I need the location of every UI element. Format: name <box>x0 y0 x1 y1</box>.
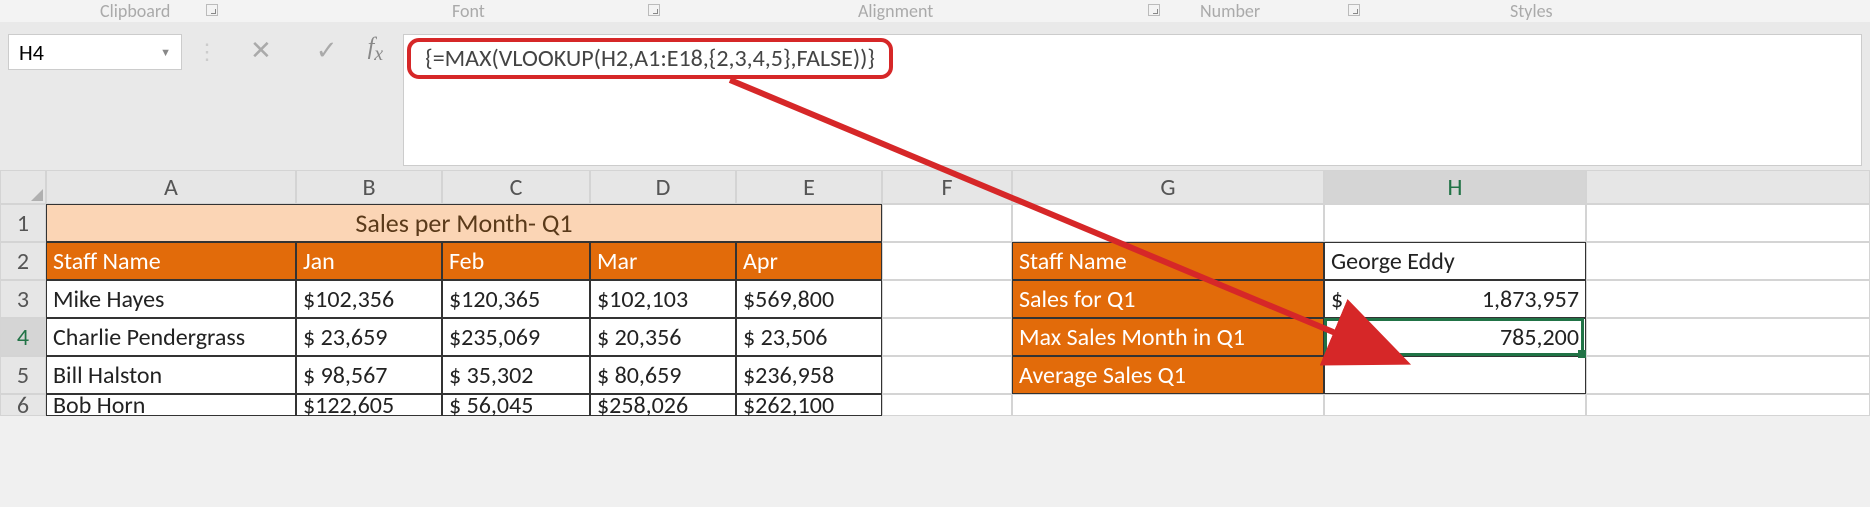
dialog-launcher-icon[interactable] <box>648 4 660 16</box>
cell-G4[interactable]: Max Sales Month in Q1 <box>1012 318 1324 356</box>
cell-rest[interactable] <box>1586 394 1870 416</box>
cell-rest[interactable] <box>1586 280 1870 318</box>
cell-D3[interactable]: $102,103 <box>590 280 736 318</box>
cell-D6[interactable]: $258,026 <box>590 394 736 416</box>
row-1: 1 Sales per Month- Q1 <box>0 204 1870 242</box>
select-all-corner[interactable] <box>0 170 46 204</box>
cell-D5[interactable]: $ 80,659 <box>590 356 736 394</box>
cell-D4[interactable]: $ 20,356 <box>590 318 736 356</box>
col-header-F[interactable]: F <box>882 170 1012 204</box>
cell-B2[interactable]: Jan <box>296 242 442 280</box>
cell-C6[interactable]: $ 56,045 <box>442 394 590 416</box>
dialog-launcher-icon[interactable] <box>206 4 218 16</box>
cell-H6[interactable] <box>1324 394 1586 416</box>
currency-symbol: $ <box>1331 323 1343 352</box>
cell-A3[interactable]: Mike Hayes <box>46 280 296 318</box>
cell-F2[interactable] <box>882 242 1012 280</box>
column-headers: A B C D E F G H <box>0 170 1870 204</box>
cell-G2[interactable]: Staff Name <box>1012 242 1324 280</box>
cell-A2[interactable]: Staff Name <box>46 242 296 280</box>
chevron-down-icon[interactable]: ▼ <box>160 46 171 59</box>
ribbon-group-font: Font <box>452 0 485 22</box>
col-header-rest[interactable] <box>1586 170 1870 204</box>
row-header-3[interactable]: 3 <box>0 280 46 318</box>
cell-G6[interactable] <box>1012 394 1324 416</box>
name-box-value: H4 <box>19 39 44 66</box>
cell-A6[interactable]: Bob Horn <box>46 394 296 416</box>
formula-text-highlight: {=MAX(VLOOKUP(H2,A1:E18,{2,3,4,5},FALSE)… <box>407 38 893 79</box>
cell-F1[interactable] <box>882 204 1012 242</box>
cell-G3[interactable]: Sales for Q1 <box>1012 280 1324 318</box>
cell-B4[interactable]: $ 23,659 <box>296 318 442 356</box>
cell-E4[interactable]: $ 23,506 <box>736 318 882 356</box>
cell-H2[interactable]: George Eddy <box>1324 242 1586 280</box>
cell-title[interactable]: Sales per Month- Q1 <box>46 204 882 242</box>
cell-E2[interactable]: Apr <box>736 242 882 280</box>
dialog-launcher-icon[interactable] <box>1348 4 1360 16</box>
cell-C5[interactable]: $ 35,302 <box>442 356 590 394</box>
cell-C4[interactable]: $235,069 <box>442 318 590 356</box>
cell-D2[interactable]: Mar <box>590 242 736 280</box>
cell-H4[interactable]: $785,200 <box>1324 318 1586 356</box>
ribbon-group-number: Number <box>1200 0 1260 22</box>
row-6: 6 Bob Horn $122,605 $ 56,045 $258,026 $2… <box>0 394 1870 416</box>
currency-symbol: $ <box>1331 285 1343 314</box>
col-header-C[interactable]: C <box>442 170 590 204</box>
cell-B5[interactable]: $ 98,567 <box>296 356 442 394</box>
row-4: 4 Charlie Pendergrass $ 23,659 $235,069 … <box>0 318 1870 356</box>
row-5: 5 Bill Halston $ 98,567 $ 35,302 $ 80,65… <box>0 356 1870 394</box>
cell-F5[interactable] <box>882 356 1012 394</box>
separator-icon: ⋮ <box>190 34 224 65</box>
cell-B6[interactable]: $122,605 <box>296 394 442 416</box>
row-2: 2 Staff Name Jan Feb Mar Apr Staff Name … <box>0 242 1870 280</box>
cell-E3[interactable]: $569,800 <box>736 280 882 318</box>
cell-B3[interactable]: $102,356 <box>296 280 442 318</box>
cell-C3[interactable]: $120,365 <box>442 280 590 318</box>
row-header-1[interactable]: 1 <box>0 204 46 242</box>
cell-F6[interactable] <box>882 394 1012 416</box>
name-box[interactable]: H4 ▼ <box>8 34 182 70</box>
cell-G1[interactable] <box>1012 204 1324 242</box>
row-header-6[interactable]: 6 <box>0 394 46 416</box>
spreadsheet-grid[interactable]: A B C D E F G H 1 Sales per Month- Q1 2 … <box>0 170 1870 416</box>
col-header-G[interactable]: G <box>1012 170 1324 204</box>
fx-icon[interactable]: fx <box>364 34 396 66</box>
col-header-B[interactable]: B <box>296 170 442 204</box>
cell-A4[interactable]: Charlie Pendergrass <box>46 318 296 356</box>
cell-rest[interactable] <box>1586 242 1870 280</box>
row-header-4[interactable]: 4 <box>0 318 46 356</box>
currency-value: 785,200 <box>1500 323 1579 352</box>
row-header-2[interactable]: 2 <box>0 242 46 280</box>
cell-F4[interactable] <box>882 318 1012 356</box>
formula-text: {=MAX(VLOOKUP(H2,A1:E18,{2,3,4,5},FALSE)… <box>425 44 875 73</box>
cell-E5[interactable]: $236,958 <box>736 356 882 394</box>
cell-H1[interactable] <box>1324 204 1586 242</box>
ribbon-group-styles: Styles <box>1510 0 1553 22</box>
cell-C2[interactable]: Feb <box>442 242 590 280</box>
col-header-E[interactable]: E <box>736 170 882 204</box>
ribbon-group-alignment: Alignment <box>858 0 933 22</box>
cell-F3[interactable] <box>882 280 1012 318</box>
cell-rest[interactable] <box>1586 204 1870 242</box>
cell-rest[interactable] <box>1586 356 1870 394</box>
cell-rest[interactable] <box>1586 318 1870 356</box>
cancel-icon[interactable]: ✕ <box>232 34 290 66</box>
ribbon-group-labels: Clipboard Font Alignment Number Styles <box>0 0 1870 22</box>
dialog-launcher-icon[interactable] <box>1148 4 1160 16</box>
ribbon-group-clipboard: Clipboard <box>100 0 170 22</box>
col-header-A[interactable]: A <box>46 170 296 204</box>
cell-A5[interactable]: Bill Halston <box>46 356 296 394</box>
cell-H3[interactable]: $1,873,957 <box>1324 280 1586 318</box>
row-header-5[interactable]: 5 <box>0 356 46 394</box>
enter-icon[interactable]: ✓ <box>298 34 356 66</box>
currency-value: 1,873,957 <box>1482 285 1579 314</box>
formula-input[interactable]: {=MAX(VLOOKUP(H2,A1:E18,{2,3,4,5},FALSE)… <box>403 34 1862 166</box>
cell-H5[interactable] <box>1324 356 1586 394</box>
row-3: 3 Mike Hayes $102,356 $120,365 $102,103 … <box>0 280 1870 318</box>
cell-G5[interactable]: Average Sales Q1 <box>1012 356 1324 394</box>
col-header-H[interactable]: H <box>1324 170 1586 204</box>
cell-E6[interactable]: $262,100 <box>736 394 882 416</box>
col-header-D[interactable]: D <box>590 170 736 204</box>
formula-bar: H4 ▼ ⋮ ✕ ✓ fx {=MAX(VLOOKUP(H2,A1:E18,{2… <box>0 22 1870 170</box>
